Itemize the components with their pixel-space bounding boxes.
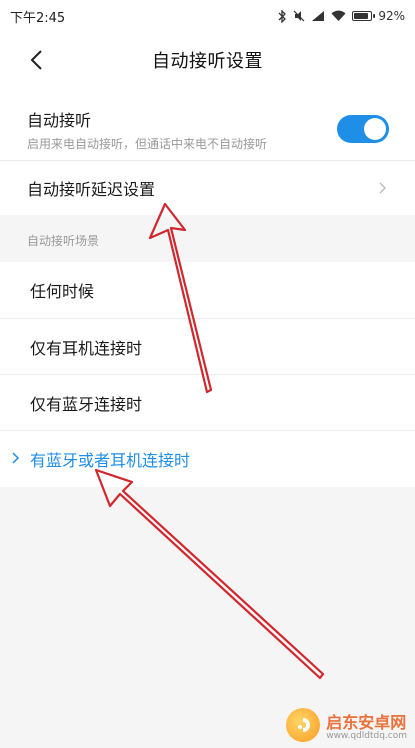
status-icons: 92%	[277, 9, 405, 23]
delay-text: 自动接听延迟设置	[27, 176, 376, 200]
screen: 下午2:45 92% 自动接听设置 自动接听 启用来电自动接听，但通话中来电不自…	[0, 0, 415, 748]
auto-answer-row[interactable]: 自动接听 启用来电自动接听，但通话中来电不自动接听	[0, 100, 415, 158]
battery-icon	[352, 11, 376, 21]
watermark-url: www.qdldtdq.com	[326, 731, 407, 741]
auto-answer-toggle[interactable]	[337, 115, 389, 143]
option-bluetooth-only[interactable]: 仅有蓝牙连接时	[0, 374, 415, 430]
option-headset-only[interactable]: 仅有耳机连接时	[0, 318, 415, 374]
auto-answer-text: 自动接听 启用来电自动接听，但通话中来电不自动接听	[27, 107, 337, 152]
settings-card: 自动接听 启用来电自动接听，但通话中来电不自动接听 自动接听延迟设置	[0, 88, 415, 215]
delay-settings-row[interactable]: 自动接听延迟设置	[0, 160, 415, 215]
page-title: 自动接听设置	[152, 51, 263, 72]
toggle-knob	[364, 118, 386, 140]
battery-percent: 92%	[378, 9, 405, 23]
option-label: 仅有蓝牙连接时	[30, 394, 143, 414]
back-button[interactable]	[18, 42, 54, 78]
header: 自动接听设置	[0, 32, 415, 88]
status-time: 下午2:45	[10, 10, 66, 26]
chevron-left-icon	[30, 50, 42, 70]
signal-icon	[311, 10, 325, 22]
mute-icon	[293, 10, 305, 22]
watermark-logo-icon	[286, 708, 321, 742]
watermark-text: 启东安卓网 www.qdldtdq.com	[326, 709, 407, 741]
auto-answer-subtitle: 启用来电自动接听，但通话中来电不自动接听	[27, 136, 268, 151]
bluetooth-icon	[277, 9, 287, 23]
status-bar: 下午2:45 92%	[0, 0, 415, 32]
option-anytime[interactable]: 任何时候	[0, 262, 415, 318]
option-bluetooth-or-headset[interactable]: 有蓝牙或者耳机连接时	[0, 430, 415, 486]
wifi-icon	[331, 10, 346, 22]
arrow-to-selected-option	[94, 468, 325, 680]
auto-answer-title: 自动接听	[27, 110, 92, 130]
delay-title: 自动接听延迟设置	[27, 180, 156, 199]
option-label: 有蓝牙或者耳机连接时	[30, 450, 191, 470]
section-header: 自动接听场景	[27, 234, 100, 248]
option-label: 仅有耳机连接时	[30, 338, 143, 358]
selected-check-icon	[12, 452, 20, 464]
option-label: 任何时候	[30, 282, 95, 301]
watermark: 启东安卓网 www.qdldtdq.com	[286, 708, 407, 742]
chevron-right-icon	[379, 182, 386, 194]
battery-fill	[354, 13, 369, 19]
scenario-options: 任何时候 仅有耳机连接时 仅有蓝牙连接时 有蓝牙或者耳机连接时	[0, 262, 415, 487]
watermark-brand: 启东安卓网	[326, 713, 407, 732]
